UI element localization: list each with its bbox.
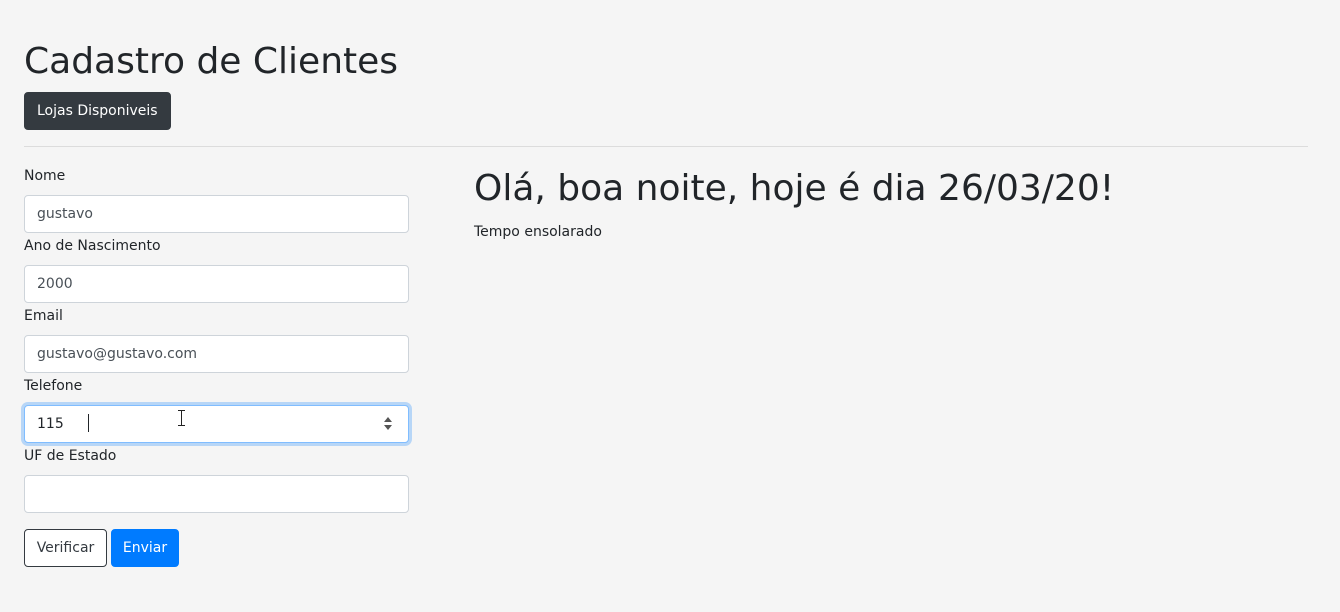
birth-year-label: Ano de Nascimento	[24, 238, 161, 254]
name-label: Nome	[24, 168, 66, 184]
page-title: Cadastro de Clientes	[24, 41, 399, 82]
stores-button[interactable]: Lojas Disponiveis	[24, 92, 171, 130]
text-caret	[88, 414, 89, 432]
page: Cadastro de Clientes Lojas Disponiveis N…	[24, 0, 1308, 612]
divider	[24, 146, 1308, 147]
email-input[interactable]	[24, 335, 409, 373]
phone-input[interactable]	[24, 405, 409, 443]
phone-label: Telefone	[24, 378, 83, 394]
text-cursor-icon	[177, 410, 187, 426]
greeting-heading: Olá, boa noite, hoje é dia 26/03/20!	[474, 168, 1115, 209]
weather-text: Tempo ensolarado	[474, 224, 602, 240]
verify-button[interactable]: Verificar	[24, 529, 107, 567]
stepper-down-icon[interactable]	[384, 425, 392, 430]
phone-stepper[interactable]	[380, 410, 396, 438]
state-input[interactable]	[24, 475, 409, 513]
submit-button[interactable]: Enviar	[111, 529, 179, 567]
name-input[interactable]	[24, 195, 409, 233]
stepper-up-icon[interactable]	[384, 417, 392, 422]
state-label: UF de Estado	[24, 448, 117, 464]
email-label: Email	[24, 308, 63, 324]
birth-year-input[interactable]	[24, 265, 409, 303]
